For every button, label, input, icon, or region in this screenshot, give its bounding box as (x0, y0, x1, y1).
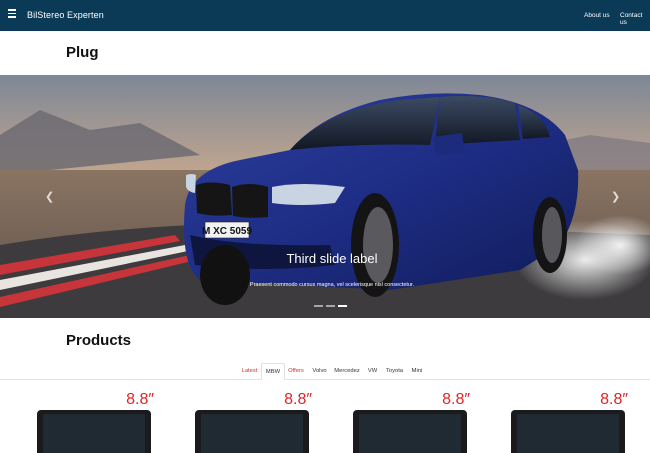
nav-link-about[interactable]: About us (584, 12, 610, 19)
tab-offers[interactable]: Offers (286, 363, 306, 380)
plug-heading: Plug (66, 44, 99, 61)
product-image (195, 410, 309, 453)
tab-vw[interactable]: VW (365, 363, 380, 380)
carousel-indicator-1[interactable] (314, 305, 323, 307)
nav-link-contact[interactable]: Contact us (620, 12, 650, 26)
tab-mini[interactable]: Mini (409, 363, 425, 380)
product-image (353, 410, 467, 453)
carousel-indicator-3[interactable] (338, 305, 347, 307)
product-card[interactable]: 8.8″ (191, 388, 315, 453)
carousel-caption-title: Third slide label (286, 251, 378, 266)
product-card[interactable]: 8.8″ (507, 388, 631, 453)
carousel-indicators (314, 305, 347, 307)
carousel-next-icon[interactable]: ❯ (611, 190, 620, 203)
tab-mercedez[interactable]: Mercedez (333, 363, 361, 380)
product-tabs: Latest MBW Offers Volvo Mercedez VW Toyo… (0, 363, 650, 380)
product-image (37, 410, 151, 453)
tab-volvo[interactable]: Volvo (310, 363, 329, 380)
screen-size-label: 8.8″ (600, 391, 628, 408)
product-image (511, 410, 625, 453)
navbar: BilStereo Experten About us Contact us (0, 0, 650, 31)
product-card[interactable]: 8.8″ (349, 388, 473, 453)
tab-toyota[interactable]: Toyota (384, 363, 405, 380)
screen-size-label: 8.8″ (126, 391, 154, 408)
screen-size-label: 8.8″ (284, 391, 312, 408)
brand-link[interactable]: BilStereo Experten (27, 10, 104, 20)
screen-size-label: 8.8″ (442, 391, 470, 408)
hamburger-menu-icon[interactable] (8, 9, 18, 21)
carousel-caption-text: Praesent commodo cursus magna, vel scele… (249, 282, 415, 288)
carousel-prev-icon[interactable]: ❮ (45, 190, 54, 203)
products-heading: Products (66, 332, 132, 349)
carousel-indicator-2[interactable] (326, 305, 335, 307)
product-card[interactable]: 8.8″ (33, 388, 157, 453)
tab-mbw[interactable]: MBW (261, 363, 285, 380)
tab-latest[interactable]: Latest (239, 363, 260, 380)
svg-text:M XC 5059: M XC 5059 (202, 226, 252, 237)
